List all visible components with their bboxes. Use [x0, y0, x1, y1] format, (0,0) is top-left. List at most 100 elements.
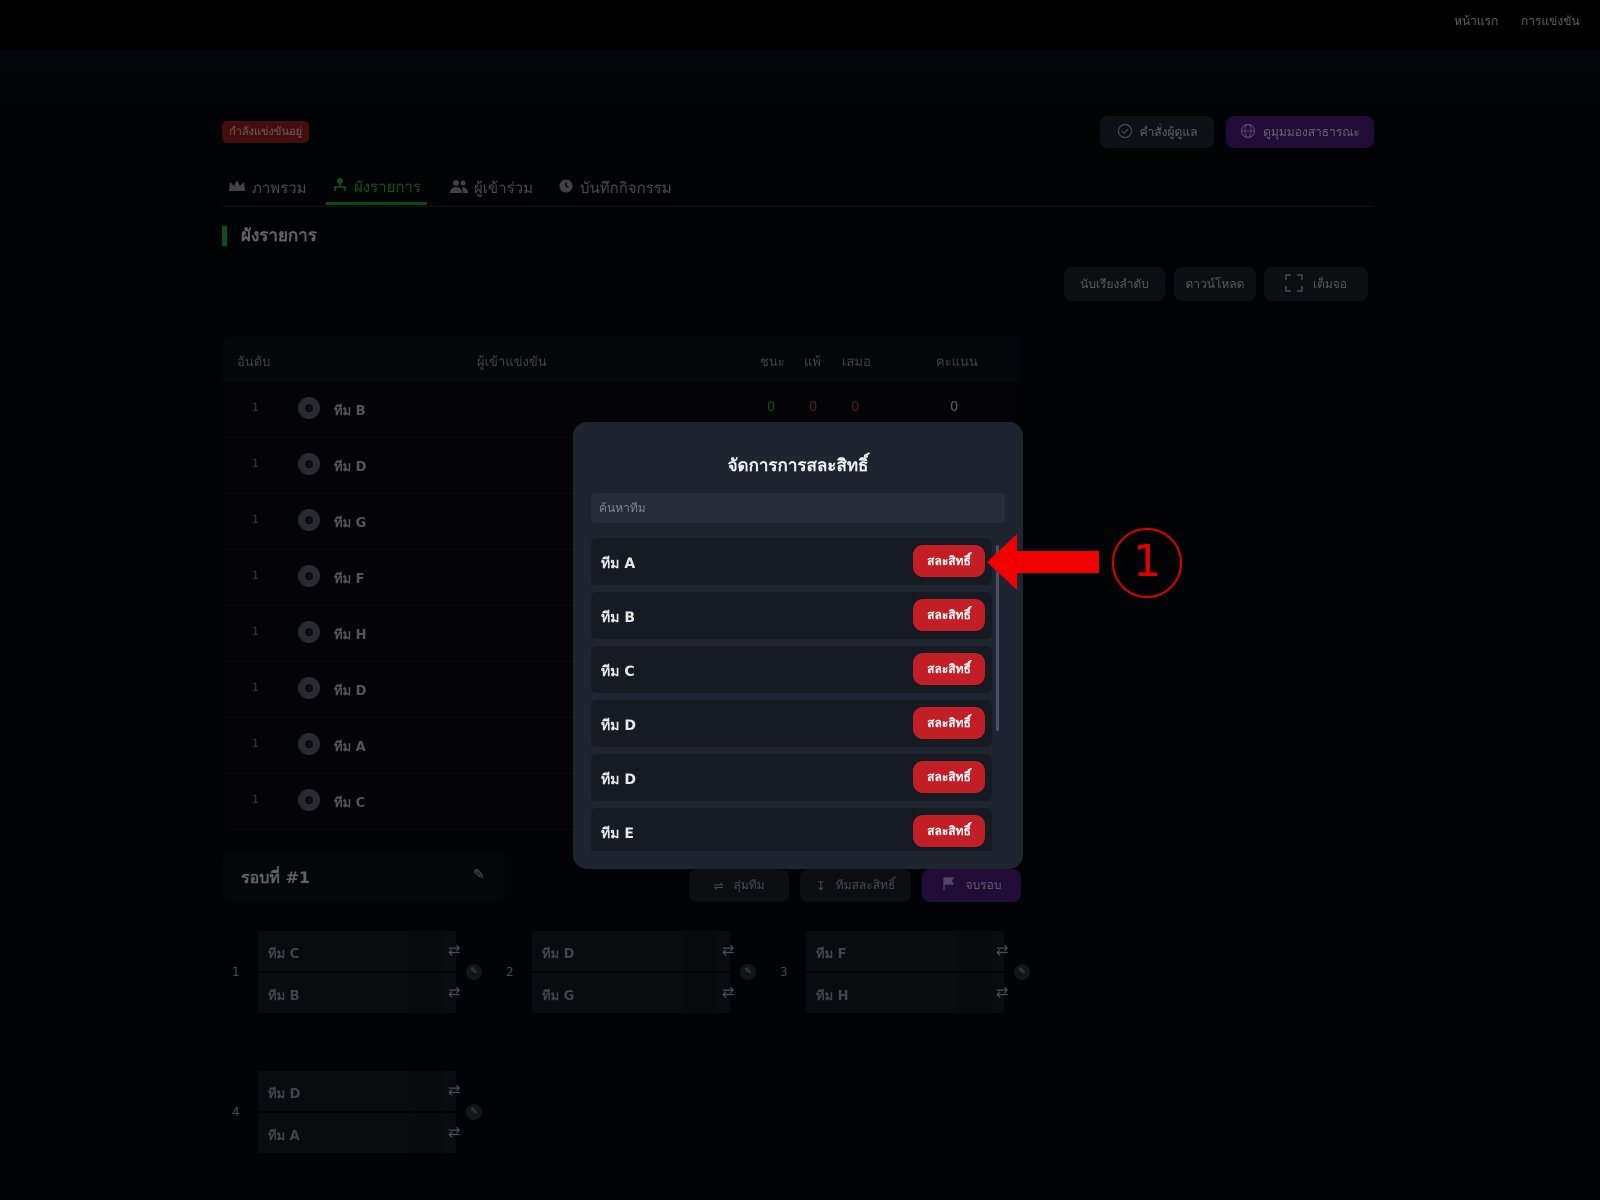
edit-match-icon[interactable]: ✎ — [740, 964, 756, 980]
match-slot[interactable]: ทีม D ⇄ — [532, 931, 735, 971]
match-card: 1 ทีม C ⇄ ทีม B ⇄ ✎ — [232, 931, 482, 1014]
row-team-name: ทีม C — [334, 796, 366, 811]
avatar: ● — [298, 509, 320, 531]
edit-match-icon[interactable]: ✎ — [466, 1104, 482, 1120]
row-rank: 1 — [252, 401, 259, 414]
edit-round-icon[interactable]: ✎ — [473, 867, 489, 883]
swap-users-icon[interactable]: ⇄ — [448, 941, 461, 959]
match-slot[interactable]: ทีม C ⇄ — [258, 931, 461, 971]
match-slot[interactable]: ทีม D ⇄ — [258, 1071, 461, 1111]
public-view-button[interactable]: ดูมุมมองสาธารณะ — [1226, 116, 1374, 148]
hero-banner — [0, 50, 1600, 105]
row-rank: 1 — [252, 625, 259, 638]
forfeit-button[interactable]: สละสิทธิ์ — [913, 545, 985, 577]
avatar: ● — [298, 733, 320, 755]
team-search-input[interactable] — [591, 493, 1005, 523]
modal-title: จัดการการสละสิทธิ์ — [727, 456, 869, 476]
slot-team-name: ทีม G — [542, 989, 575, 1004]
round-card: รอบที่ #1 ✎ — [222, 851, 505, 902]
forfeit-button[interactable]: สละสิทธิ์ — [913, 761, 985, 793]
sort-button[interactable]: นับเรียงลำดับ — [1064, 267, 1165, 301]
tab-activity-log-label: บันทึกกิจกรรม — [580, 179, 672, 197]
match-number: 4 — [232, 1105, 240, 1119]
header-score: คะแนน — [936, 355, 978, 370]
tab-participants-label: ผู้เข้าร่วม — [474, 179, 533, 197]
row-rank: 1 — [252, 569, 259, 582]
history-icon — [558, 178, 574, 198]
end-round-button[interactable]: จบรอบ — [922, 869, 1021, 902]
row-team-name: ทีม G — [334, 516, 367, 531]
public-view-label: ดูมุมมองสาธารณะ — [1263, 124, 1360, 139]
row-draw: 0 — [851, 400, 860, 415]
round-title: รอบที่ #1 — [241, 868, 311, 887]
avatar: ● — [298, 397, 320, 419]
fullscreen-button[interactable]: เต็มจอ — [1264, 267, 1368, 301]
match-slot[interactable]: ทีม H ⇄ — [806, 973, 1009, 1013]
row-win: 0 — [767, 400, 776, 415]
download-button[interactable]: ดาวน์โหลด — [1174, 267, 1256, 301]
annotation-number: 1 — [1112, 528, 1182, 598]
admin-commands-button[interactable]: คำสั่งผู้ดูแล — [1100, 116, 1214, 148]
edit-match-icon[interactable]: ✎ — [466, 964, 482, 980]
match-card: 4 ทีม D ⇄ ทีม A ⇄ ✎ — [232, 1071, 482, 1154]
team-name: ทีม D — [601, 772, 636, 788]
row-rank: 1 — [252, 513, 259, 526]
swap-users-icon[interactable]: ⇄ — [448, 1123, 461, 1141]
forfeit-button[interactable]: สละสิทธิ์ — [913, 707, 985, 739]
slot-team-name: ทีม C — [268, 947, 300, 962]
annotation-arrow-icon — [987, 534, 1099, 590]
swap-users-icon[interactable]: ⇄ — [722, 983, 735, 1001]
row-team-name: ทีม D — [334, 684, 367, 699]
tab-bar: ภาพรวม ผังรายการ ผู้เข้าร่วม บันทึกกิจกร… — [222, 166, 1374, 207]
shuffle-icon: ⇌ — [713, 878, 724, 893]
match-slot[interactable]: ทีม A ⇄ — [258, 1113, 461, 1153]
forfeit-button[interactable]: สละสิทธิ์ — [913, 653, 985, 685]
row-rank: 1 — [252, 457, 259, 470]
swap-users-icon[interactable]: ⇄ — [996, 941, 1009, 959]
nav-competitions-link[interactable]: การแข่งขัน — [1521, 12, 1580, 31]
match-number: 3 — [780, 965, 788, 979]
forfeit-teams-label: ทีมสละสิทธิ์ — [835, 878, 896, 892]
header-participant: ผู้เข้าแข่งขัน — [477, 355, 547, 370]
edit-match-icon[interactable]: ✎ — [1014, 964, 1030, 980]
team-list: ทีม A สละสิทธิ์ ทีม B สละสิทธิ์ ทีม C สล… — [591, 538, 996, 851]
globe-icon — [1240, 123, 1256, 142]
swap-users-icon[interactable]: ⇄ — [722, 941, 735, 959]
top-nav-bar: หน้าแรก การแข่งขัน — [0, 0, 1600, 50]
row-team-name: ทีม B — [334, 404, 366, 419]
forfeit-teams-button[interactable]: ↧ ทีมสละสิทธิ์ — [800, 869, 911, 902]
match-card: 3 ทีม F ⇄ ทีม H ⇄ ✎ — [780, 931, 1030, 1014]
shuffle-teams-label: สุ่มทีม — [733, 878, 765, 892]
tab-participants[interactable]: ผู้เข้าร่วม — [444, 172, 539, 204]
row-team-name: ทีม A — [334, 740, 366, 755]
download-icon: ↧ — [815, 878, 826, 893]
shuffle-teams-button[interactable]: ⇌ สุ่มทีม — [689, 869, 789, 902]
swap-users-icon[interactable]: ⇄ — [996, 983, 1009, 1001]
list-item: ทีม D สละสิทธิ์ — [591, 700, 992, 747]
swap-users-icon[interactable]: ⇄ — [448, 983, 461, 1001]
tab-activity-log[interactable]: บันทึกกิจกรรม — [552, 172, 678, 204]
users-icon — [450, 178, 468, 198]
match-slot[interactable]: ทีม G ⇄ — [532, 973, 735, 1013]
row-rank: 1 — [252, 737, 259, 750]
nav-home-link[interactable]: หน้าแรก — [1454, 12, 1498, 31]
row-rank: 1 — [252, 681, 259, 694]
row-loss: 0 — [809, 400, 818, 415]
list-item: ทีม D สละสิทธิ์ — [591, 754, 992, 801]
match-slot[interactable]: ทีม F ⇄ — [806, 931, 1009, 971]
row-score: 0 — [950, 400, 959, 415]
row-rank: 1 — [252, 793, 259, 806]
flag-icon — [942, 877, 956, 894]
tab-overview[interactable]: ภาพรวม — [222, 172, 313, 204]
slot-team-name: ทีม F — [816, 947, 847, 962]
tab-bracket[interactable]: ผังรายการ — [326, 172, 427, 205]
list-item: ทีม A สละสิทธิ์ — [591, 538, 992, 585]
fullscreen-label: เต็มจอ — [1312, 276, 1348, 291]
forfeit-button[interactable]: สละสิทธิ์ — [913, 815, 985, 847]
match-slot[interactable]: ทีม B ⇄ — [258, 973, 461, 1013]
forfeit-button[interactable]: สละสิทธิ์ — [913, 599, 985, 631]
swap-users-icon[interactable]: ⇄ — [448, 1081, 461, 1099]
check-circle-icon — [1117, 123, 1133, 142]
header-loss: แพ้ — [804, 355, 821, 370]
table-header: อันดับ ผู้เข้าแข่งขัน ชนะ แพ้ เสมอ คะแนน — [222, 337, 1021, 381]
